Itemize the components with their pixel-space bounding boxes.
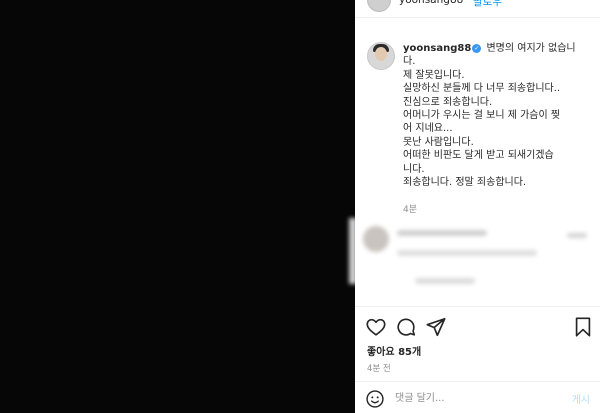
caption-line: 실망하신 분들께 다 너무 죄송합니다.. — [403, 83, 561, 95]
blurred-text — [567, 233, 587, 238]
likes-count[interactable]: 좋아요 85개 — [367, 343, 421, 358]
blurred-text — [397, 250, 537, 256]
heart-icon[interactable] — [365, 316, 387, 338]
caption-line: 못난 사람입니다. — [403, 136, 474, 148]
post-timestamp[interactable]: 4분 전 — [367, 362, 391, 374]
comment-icon[interactable] — [395, 316, 417, 338]
caption-line: 진심으로 죄송합니다. — [403, 96, 493, 108]
verified-badge-icon: ✓ — [472, 44, 482, 53]
caption-line: 죄송합니다. 정말 죄송합니다. — [403, 177, 527, 189]
comment-bar: 게시 — [355, 381, 600, 413]
caption-line: 어머니가 우시는 걸 보니 제 가슴이 찢 — [403, 110, 561, 122]
blurred-comment — [355, 216, 600, 286]
more-options-icon[interactable]: ··· — [574, 0, 588, 6]
caption-line: 다. — [403, 56, 416, 68]
caption-line: 변명의 여지가 없습니 — [486, 43, 576, 54]
post-panel: yoonsang88 팔로우 ··· yoonsang88✓ 변명의 여지가 없… — [355, 0, 600, 413]
header-username[interactable]: yoonsang88 — [399, 0, 463, 6]
caption-line: 어 지네요... — [403, 123, 453, 135]
follow-button[interactable]: 팔로우 — [473, 0, 502, 9]
caption-username[interactable]: yoonsang88 — [403, 43, 471, 54]
comment-input[interactable] — [395, 390, 555, 406]
caption-line: 니다. — [403, 163, 425, 175]
post-header: yoonsang88 팔로우 ··· — [355, 0, 600, 18]
blurred-text — [397, 230, 487, 236]
bookmark-icon[interactable] — [572, 316, 594, 338]
post-comment-button[interactable]: 게시 — [572, 391, 590, 406]
blurred-avatar — [363, 226, 389, 252]
header-avatar[interactable] — [367, 0, 391, 12]
blurred-text — [415, 278, 475, 284]
emoji-icon[interactable] — [365, 389, 385, 409]
caption-body: yoonsang88 ✓ 변명의 여지가 없습니 다. 제 잘못입니다. 실망하신… — [403, 42, 593, 189]
caption-avatar[interactable] — [367, 42, 395, 70]
post-media[interactable] — [0, 0, 355, 413]
divider — [355, 306, 600, 307]
caption-line: 어떠한 비판도 달게 받고 되새기겠습 — [403, 150, 554, 162]
share-icon[interactable] — [425, 316, 447, 338]
caption-timestamp[interactable]: 4분 — [403, 202, 417, 215]
caption-line: 제 잘못입니다. — [403, 69, 465, 81]
avatar-face — [375, 47, 387, 61]
